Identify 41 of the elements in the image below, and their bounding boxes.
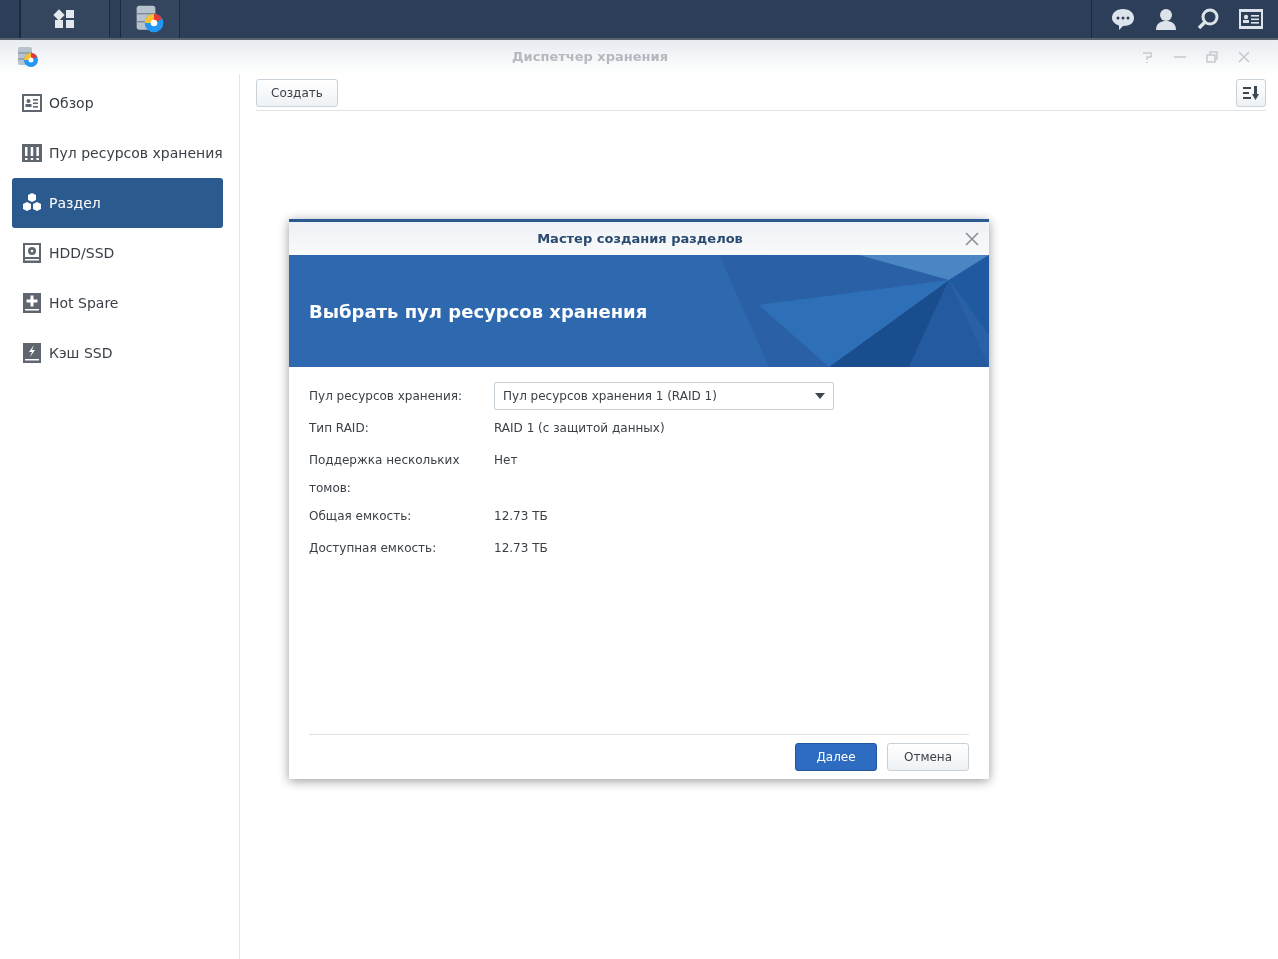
sort-button[interactable] bbox=[1236, 78, 1266, 107]
sidebar-item[interactable]: HDD/SSD bbox=[12, 228, 223, 278]
dialog-heading: Выбрать пул ресурсов хранения bbox=[309, 299, 648, 324]
field-value: 12.73 ТБ bbox=[494, 508, 548, 525]
create-button[interactable]: Создать bbox=[256, 78, 338, 107]
lightning-drive-icon bbox=[21, 342, 43, 364]
sidebar-item[interactable]: Раздел bbox=[12, 178, 223, 228]
close-icon[interactable] bbox=[965, 231, 979, 246]
sidebar-item[interactable]: Пул ресурсов хранения bbox=[12, 128, 223, 178]
dialog-title: Мастер создания разделов bbox=[536, 229, 744, 248]
plus-drive-icon bbox=[21, 292, 43, 314]
field-label: Поддержка нескольких томов: bbox=[309, 452, 461, 497]
field-label: Тип RAID: bbox=[309, 420, 370, 437]
sidebar-item[interactable]: Кэш SSD bbox=[12, 328, 223, 378]
sidebar-item[interactable]: Hot Spare bbox=[12, 278, 223, 328]
storage-app-icon bbox=[16, 45, 40, 69]
next-button[interactable]: Далее bbox=[795, 743, 877, 771]
storage-pool-dropdown[interactable]: Пул ресурсов хранения 1 (RAID 1) bbox=[494, 382, 834, 410]
field-label: Доступная емкость: bbox=[309, 540, 438, 557]
window-title: Диспетчер хранения bbox=[511, 48, 669, 67]
field-label: Общая емкость: bbox=[309, 508, 413, 525]
cancel-button[interactable]: Отмена bbox=[887, 743, 969, 771]
main-menu-button[interactable] bbox=[20, 0, 110, 38]
field-value: 12.73 ТБ bbox=[494, 540, 548, 557]
disk-drive-icon bbox=[21, 242, 43, 264]
columns-icon bbox=[21, 142, 43, 164]
grid-icon bbox=[53, 7, 77, 31]
id-card-icon[interactable] bbox=[1238, 8, 1264, 30]
field-value: RAID 1 (с защитой данных) bbox=[494, 420, 665, 437]
taskbar-app-button[interactable] bbox=[120, 0, 180, 38]
chat-icon[interactable] bbox=[1110, 7, 1136, 31]
caret-icon bbox=[815, 393, 825, 399]
storage-app-icon bbox=[134, 3, 166, 35]
sidebar-item[interactable]: Обзор bbox=[12, 78, 223, 128]
cubes-icon bbox=[21, 192, 43, 214]
id-card-icon bbox=[21, 92, 43, 114]
sort-down-icon bbox=[1242, 84, 1260, 101]
field-value: Нет bbox=[494, 452, 518, 469]
search-icon[interactable] bbox=[1196, 7, 1220, 31]
user-icon[interactable] bbox=[1154, 7, 1178, 31]
field-label: Пул ресурсов хранения: bbox=[309, 388, 463, 405]
